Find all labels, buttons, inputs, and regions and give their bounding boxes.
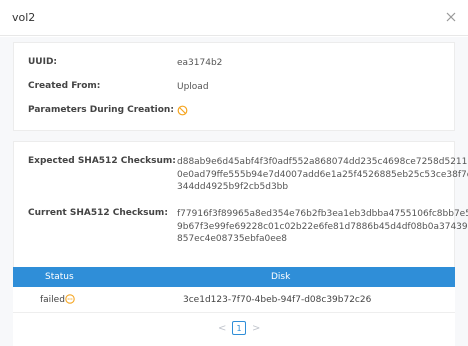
- status-text: failed: [40, 295, 65, 305]
- ban-icon: [177, 105, 188, 116]
- current-checksum-line: f77916f3f89965a8ed354e76b2fb3ea1eb3dbba4…: [177, 209, 468, 219]
- uuid-label: UUID:: [28, 57, 58, 67]
- created-from-label: Created From:: [28, 81, 101, 91]
- table-row: failed 3ce1d123-7f70-4beb-94f7-d08c39b72…: [13, 287, 455, 313]
- warning-icon[interactable]: [65, 294, 75, 304]
- uuid-value: ea3174b2: [177, 58, 223, 68]
- table-header: Status Disk: [13, 267, 455, 287]
- next-page-button[interactable]: >: [252, 323, 260, 334]
- pagination: < 1 >: [218, 320, 260, 336]
- column-header-status[interactable]: Status: [45, 272, 74, 282]
- expected-checksum-line: 344dd4925b9f2cb5d3bb: [177, 182, 289, 192]
- dialog-header: vol2: [0, 0, 468, 36]
- close-icon[interactable]: [444, 10, 458, 24]
- details-card: UUID: ea3174b2 Created From: Upload Para…: [13, 42, 455, 131]
- created-from-value: Upload: [177, 82, 209, 92]
- params-label: Parameters During Creation:: [28, 105, 174, 115]
- expected-checksum-line: 0e0ad79ffe555b94e7d4007add6e1a25f4526885…: [177, 169, 468, 180]
- current-checksum-line: 857ec4e08735ebfa0ee8: [177, 234, 288, 244]
- disk-id[interactable]: 3ce1d123-7f70-4beb-94f7-d08c39b72c26: [183, 295, 371, 305]
- current-checksum-label: Current SHA512 Checksum:: [28, 208, 168, 218]
- column-header-disk[interactable]: Disk: [271, 272, 290, 282]
- current-checksum-value: f77916f3f89965a8ed354e76b2fb3ea1eb3dbba4…: [177, 208, 468, 246]
- prev-page-button[interactable]: <: [218, 323, 226, 334]
- current-checksum-line: 9b67f3e99fe69228c01c02b22e6fe81d7886b45d…: [177, 221, 468, 232]
- expected-checksum-label: Expected SHA512 Checksum:: [28, 156, 176, 166]
- page-number-current[interactable]: 1: [232, 321, 246, 335]
- dialog-body: UUID: ea3174b2 Created From: Upload Para…: [0, 37, 468, 346]
- dialog-title: vol2: [12, 11, 36, 24]
- volume-detail-dialog: vol2 UUID: ea3174b2 Created From: Upload…: [0, 0, 468, 346]
- expected-checksum-value: d88ab9e6d45abf4f3f0adf552a868074dd235c46…: [177, 156, 468, 194]
- expected-checksum-line: d88ab9e6d45abf4f3f0adf552a868074dd235c46…: [177, 157, 468, 167]
